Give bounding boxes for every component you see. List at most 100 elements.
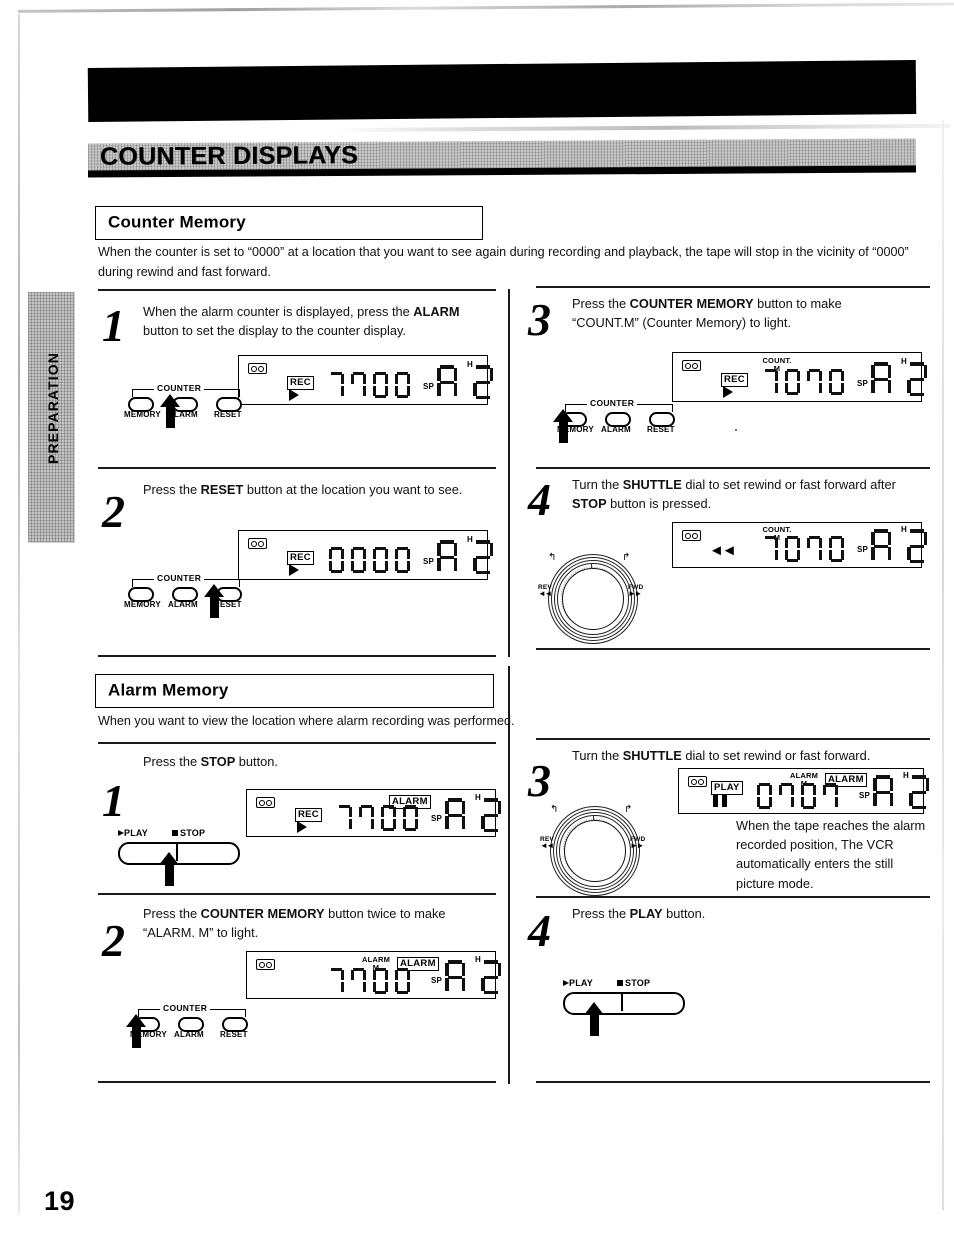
stop-button-label: STOP [617, 978, 650, 988]
step-instruction: When the alarm counter is displayed, pre… [143, 304, 460, 338]
press-arrow-indicator [553, 409, 573, 443]
rocker-body[interactable] [118, 842, 240, 865]
play-indicator-icon [723, 386, 733, 398]
step-instruction: Press the STOP button. [143, 754, 278, 769]
counter-digits [329, 372, 410, 398]
shuttle-dial[interactable]: ↰ ↱ REV ◄◄ FWD ►► [538, 548, 644, 644]
stop-glyph-icon [172, 830, 178, 836]
cassette-icon [256, 797, 275, 808]
press-arrow-indicator [126, 1014, 146, 1048]
scan-artifact-right [942, 120, 944, 1210]
shuttle-fwd-label: FWD ►► [628, 584, 644, 598]
step-number: 3 [528, 755, 551, 806]
vfd-display: PLAY ALARMM ALARM SP H [678, 768, 929, 814]
column-divider-upper [508, 289, 510, 657]
top-black-banner [87, 60, 917, 122]
alarm-button-label: ALARM [168, 600, 198, 609]
channel-digits [437, 365, 493, 399]
rule-am-bottom-right [536, 1081, 930, 1083]
step-number: 1 [102, 775, 125, 826]
step-number: 3 [528, 294, 551, 345]
step-note: When the tape reaches the alarm recorded… [736, 818, 926, 891]
counter-digits [763, 369, 844, 395]
cassette-icon [256, 959, 275, 970]
alarm-button-label: ALARM [601, 425, 631, 434]
step-instruction: Turn the SHUTTLE dial to set rewind or f… [572, 748, 871, 763]
press-arrow-indicator [204, 584, 224, 618]
shuttle-hub [562, 568, 624, 630]
counter-digits [757, 783, 838, 809]
shuttle-hub [564, 820, 626, 882]
play-stop-rocker: PLAY STOP [563, 978, 685, 1022]
step-instruction: Press the PLAY button. [572, 906, 706, 921]
counter-button-group: COUNTER MEMORY ALARM RESET [557, 396, 679, 442]
rule-am-top-right [536, 738, 930, 740]
vfd-display: REC SP H [238, 355, 493, 405]
vfd-display: REC SP H [238, 530, 493, 580]
counter-digits [763, 536, 844, 562]
counter-button-group: COUNTER MEMORY ALARM RESET [124, 381, 246, 427]
speed-label: SP [859, 791, 871, 800]
rule-cm-bottom-right [536, 648, 930, 650]
channel-digits [445, 960, 501, 994]
rule-cm-top-left [98, 289, 496, 291]
section-tab-preparation: PREPARATION [28, 292, 74, 542]
vfd-display: COUNT.M ◄◄ SP H [672, 522, 927, 568]
rec-badge: REC [721, 373, 748, 387]
alarm-button-label: ALARM [174, 1030, 204, 1039]
button-group-label: COUNTER [160, 1003, 211, 1013]
reset-button-label: RESET [647, 425, 675, 434]
button-group-label: COUNTER [154, 383, 205, 393]
vfd-display: REC ALARM SP H [246, 789, 501, 837]
speed-label: SP [431, 976, 443, 985]
press-arrow-indicator [160, 394, 180, 428]
play-button-label: PLAY [563, 978, 593, 988]
stop-glyph-icon [617, 980, 623, 986]
speed-label: SP [857, 545, 869, 554]
button-group-label: COUNTER [154, 573, 205, 583]
button-group-label: COUNTER [587, 398, 638, 408]
memory-button-label: MEMORY [124, 600, 161, 609]
shuttle-fwd-label: FWD ►► [630, 836, 646, 850]
page-title: COUNTER DISPLAYS [99, 141, 359, 171]
section-header-alarm-memory: Alarm Memory [95, 674, 494, 708]
step-number: 1 [102, 300, 125, 351]
stop-button-label: STOP [172, 828, 205, 838]
step-number: 4 [528, 905, 551, 956]
shuttle-dial[interactable]: ↰ ↱ REV ◄◄ FWD ►► [540, 800, 646, 896]
play-badge: PLAY [711, 781, 743, 795]
speed-label: SP [857, 379, 869, 388]
rule-cm-bottom-left [98, 655, 496, 657]
channel-digits [445, 798, 501, 832]
pause-indicator-icon [713, 794, 731, 812]
speed-label: SP [431, 814, 443, 823]
step-number: 2 [102, 915, 125, 966]
press-arrow-indicator [584, 1002, 604, 1036]
rocker-divider [621, 992, 623, 1011]
step-instruction: Press the RESET button at the location y… [143, 482, 463, 497]
rocker-body[interactable] [563, 992, 685, 1015]
counter-digits [329, 968, 410, 994]
counter-button-group: COUNTER MEMORY ALARM RESET [124, 571, 246, 617]
shuttle-arrow-left-icon: ↰ [548, 552, 557, 563]
rule-cm-mid-right [536, 467, 930, 469]
play-indicator-icon [289, 564, 299, 576]
reset-button-label: RESET [214, 410, 242, 419]
rule-am-top-left [98, 742, 496, 744]
shuttle-center-tick [591, 564, 593, 569]
counter-digits [337, 805, 418, 831]
channel-digits [871, 529, 927, 563]
rec-badge: REC [287, 551, 314, 565]
play-glyph-icon [118, 830, 124, 836]
play-glyph-icon [563, 980, 569, 986]
manual-page: COUNTER DISPLAYS PREPARATION Counter Mem… [0, 0, 954, 1251]
rule-am-mid-right [536, 896, 930, 898]
cassette-icon [248, 363, 267, 374]
vfd-display: REC COUNT. M SP H [672, 352, 927, 402]
play-indicator-icon [289, 389, 299, 401]
play-button-label: PLAY [118, 828, 148, 838]
play-indicator-icon [297, 821, 307, 833]
speed-label: SP [423, 382, 435, 391]
section-header-counter-memory: Counter Memory [95, 206, 483, 240]
rec-badge: REC [295, 808, 322, 822]
